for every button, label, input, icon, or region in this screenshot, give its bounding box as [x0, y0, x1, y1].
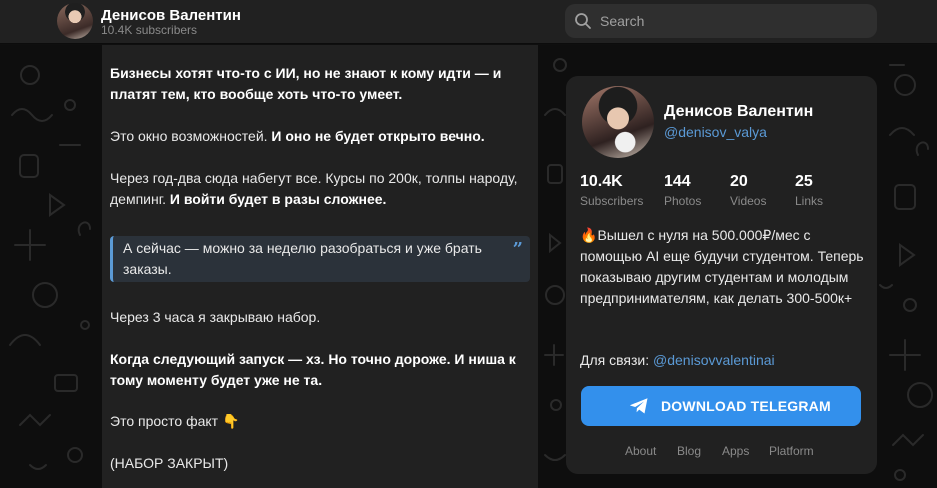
blockquote: А сейчас — можно за неделю разобраться и… [110, 236, 530, 282]
channel-avatar-large [582, 86, 654, 158]
subscriber-count: 10.4K subscribers [101, 23, 198, 37]
post-paragraph-7: (НАБОР ЗАКРЫТ) [110, 455, 229, 471]
download-telegram-button[interactable]: DOWNLOAD TELEGRAM [581, 386, 861, 426]
contact-label: Для связи: [580, 352, 654, 368]
stat-label: Photos [664, 194, 702, 208]
search-input[interactable]: Search [600, 13, 644, 29]
footer-link-platform[interactable]: Platform [769, 444, 814, 458]
post-bold-text: Бизнесы хотят что-то с ИИ, но не знают к… [110, 65, 502, 102]
post-text-window: Это окно возможностей. [110, 128, 272, 144]
post-paragraph-5: Когда следующий запуск — хз. Но точно до… [110, 349, 530, 391]
description-text: Вышел с нуля на 500.000₽/мес с помощью A… [580, 227, 864, 306]
stat-value: 25 [795, 173, 813, 190]
channel-handle-link[interactable]: @denisov_valya [664, 124, 767, 140]
post-paragraph-6: Это просто факт 👇 [110, 413, 240, 429]
stat-links[interactable]: 25 Links [795, 173, 823, 208]
stat-label: Videos [730, 194, 767, 208]
post-bold-text: И оно не будет открыто вечно. [271, 128, 485, 144]
post-bold-text: Когда следующий запуск — хз. Но точно до… [110, 351, 516, 388]
stat-videos[interactable]: 20 Videos [730, 173, 766, 208]
stat-photos[interactable]: 144 Photos [664, 173, 701, 208]
post-bold-text: И войти будет в разы сложнее. [169, 191, 387, 207]
contact-line: Для связи: @denisovvalentinai [580, 352, 775, 368]
post-paragraph-1: Бизнесы хотят что-то с ИИ, но не знают к… [110, 63, 530, 105]
top-bar: Денисов Валентин 10.4K subscribers Searc… [0, 0, 937, 44]
stat-label: Links [795, 194, 824, 208]
footer-link-blog[interactable]: Blog [677, 444, 701, 458]
footer-link-apps[interactable]: Apps [722, 444, 749, 458]
footer-link-about[interactable]: About [625, 444, 656, 458]
post-paragraph-2: Это окно возможностей. И оно не будет от… [110, 126, 530, 147]
stat-label: Subscribers [580, 194, 644, 208]
message-post: Бизнесы хотят что-то с ИИ, но не знают к… [102, 45, 538, 488]
stat-value: 20 [730, 173, 748, 190]
channel-avatar[interactable] [57, 3, 93, 39]
channel-title: Денисов Валентин [664, 103, 814, 120]
search-icon [575, 13, 591, 29]
contact-link[interactable]: @denisovvalentinai [653, 352, 775, 368]
channel-description: 🔥Вышел с нуля на 500.000₽/мес с помощью … [580, 225, 864, 309]
stat-subscribers: 10.4K Subscribers [580, 173, 643, 208]
stat-value: 10.4K [580, 173, 623, 190]
telegram-plane-icon [630, 398, 648, 414]
post-paragraph-3: Через год-два сюда набегут все. Курсы по… [110, 168, 530, 210]
quote-text: А сейчас — можно за неделю разобраться и… [123, 240, 482, 277]
download-button-label: DOWNLOAD TELEGRAM [661, 398, 831, 414]
quote-icon: ” [512, 239, 523, 260]
stat-value: 144 [664, 173, 691, 190]
search-box[interactable]: Search [565, 4, 877, 38]
channel-name[interactable]: Денисов Валентин [101, 7, 241, 24]
channel-info-card: Денисов Валентин @denisov_valya 10.4K Su… [566, 76, 877, 474]
post-paragraph-4: Через 3 часа я закрываю набор. [110, 309, 321, 325]
fire-icon: 🔥 [580, 227, 598, 243]
